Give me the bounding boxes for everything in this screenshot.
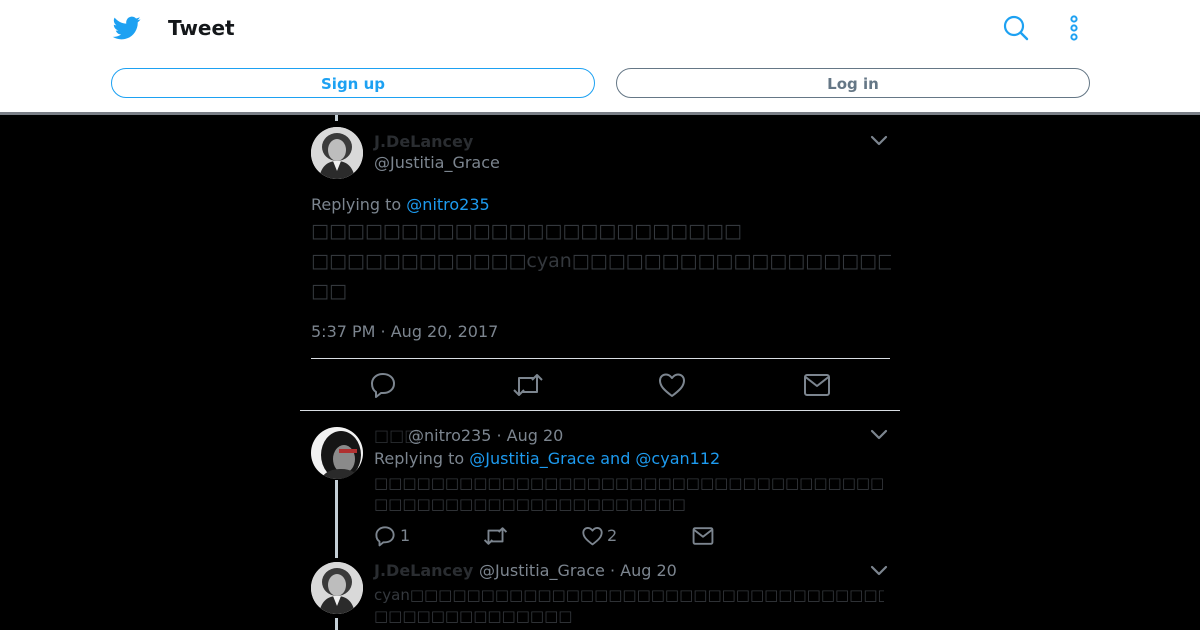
reply-icon[interactable] bbox=[374, 525, 396, 547]
reply-icon[interactable] bbox=[369, 371, 397, 399]
tweet-text-line-3: □□ bbox=[311, 280, 347, 302]
portrait-image bbox=[311, 562, 363, 614]
profile-photo bbox=[311, 427, 363, 479]
tweet-text-line-2: □□□□□□□□□□□□cyan□□□□□□□□□□□□□□□□□□□□□□□□… bbox=[311, 250, 891, 272]
divider bbox=[300, 410, 900, 411]
thread-line bbox=[335, 618, 338, 630]
tweet-text-line-2: □□□□□□□□□□□□□□ bbox=[374, 607, 573, 625]
avatar[interactable] bbox=[311, 127, 363, 179]
divider bbox=[311, 358, 890, 359]
message-icon[interactable] bbox=[803, 371, 831, 399]
tweet-text-line-1: □□□□□□□□□□□□□□□□□□□□□□□□□□□□□□□□□□□□□□□□… bbox=[374, 474, 884, 492]
login-button[interactable]: Log in bbox=[616, 68, 1090, 98]
replying-to: Replying to @nitro235 bbox=[311, 195, 490, 214]
replying-prefix: Replying to bbox=[374, 449, 465, 468]
handle[interactable]: @Justitia_Grace bbox=[374, 153, 500, 172]
like-icon[interactable] bbox=[581, 525, 604, 547]
tweet-text-line-1: cyan□□□□□□□□□□□□□□□□□□□□□□□□□□□□□□□□□□□□… bbox=[374, 586, 884, 604]
more-options-icon[interactable] bbox=[1062, 14, 1086, 42]
handle-and-date[interactable]: @Justitia_Grace · Aug 20 bbox=[479, 561, 677, 580]
signup-button[interactable]: Sign up bbox=[111, 68, 595, 98]
search-icon[interactable] bbox=[1002, 14, 1030, 42]
tweet-text-line-1: □□□□□□□□□□□□□□□□□□□□□□□□ bbox=[311, 220, 742, 242]
retweet-icon[interactable] bbox=[483, 525, 508, 547]
chevron-down-icon[interactable] bbox=[869, 564, 889, 578]
tweet-text-line-2: □□□□□□□□□□□□□□□□□□□□□□ bbox=[374, 495, 686, 513]
header-divider bbox=[0, 112, 1200, 115]
thread-line bbox=[335, 480, 338, 558]
twitter-bird-icon[interactable] bbox=[112, 14, 142, 42]
thread-line bbox=[335, 115, 338, 121]
handle-and-date[interactable]: @nitro235 · Aug 20 bbox=[408, 426, 563, 445]
timestamp[interactable]: 5:37 PM · Aug 20, 2017 bbox=[311, 322, 498, 341]
page-title: Tweet bbox=[168, 16, 235, 40]
display-name[interactable]: J.DeLancey bbox=[374, 132, 473, 151]
like-count: 2 bbox=[607, 526, 618, 545]
portrait-image bbox=[311, 127, 363, 179]
retweet-icon[interactable] bbox=[512, 371, 544, 399]
chevron-down-icon[interactable] bbox=[869, 134, 889, 148]
chevron-down-icon[interactable] bbox=[869, 428, 889, 442]
avatar[interactable] bbox=[311, 562, 363, 614]
reply-count: 1 bbox=[400, 526, 411, 545]
like-icon[interactable] bbox=[657, 371, 687, 399]
avatar[interactable] bbox=[311, 427, 363, 479]
message-icon[interactable] bbox=[692, 525, 714, 547]
top-bar: Tweet Sign up Log in bbox=[0, 0, 1200, 112]
mention-link[interactable]: @Justitia_Grace and @cyan112 bbox=[469, 449, 720, 468]
display-name[interactable]: J.DeLancey bbox=[374, 561, 473, 580]
mention-link[interactable]: @nitro235 bbox=[406, 195, 489, 214]
replying-to: Replying to @Justitia_Grace and @cyan112 bbox=[374, 449, 720, 468]
replying-prefix: Replying to bbox=[311, 195, 402, 214]
